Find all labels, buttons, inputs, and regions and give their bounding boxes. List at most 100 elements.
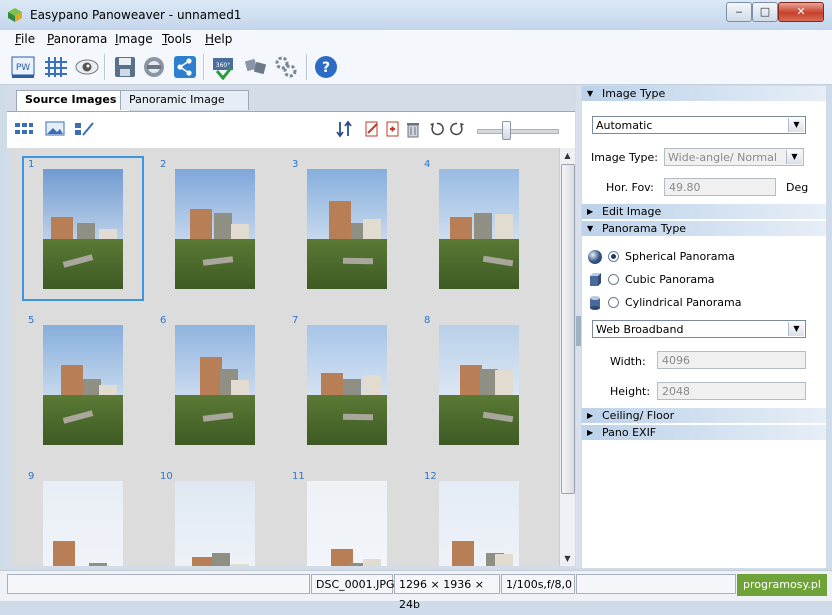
image-number: 7 — [292, 315, 299, 326]
scroll-thumb[interactable] — [561, 164, 575, 494]
menu-panorama[interactable]: Panorama — [47, 32, 107, 46]
section-image-type[interactable]: ▼ Image Type — [582, 86, 826, 101]
section-ceiling-floor[interactable]: ▶ Ceiling/ Floor — [582, 408, 826, 423]
lens-type-select: Wide-angle/ Normal ▼ — [664, 148, 804, 166]
image-thumbnail[interactable]: 4 — [418, 156, 540, 301]
chevron-down-icon: ▼ — [788, 118, 804, 132]
tab-source-images[interactable]: Source Images — [16, 90, 131, 111]
section-label: Ceiling/ Floor — [602, 409, 675, 422]
section-label: Image Type — [602, 87, 666, 100]
scroll-up-button[interactable]: ▲ — [560, 148, 575, 163]
cubic-label[interactable]: Cubic Panorama — [625, 273, 715, 286]
scroll-down-button[interactable]: ▼ — [560, 551, 575, 566]
photo-preview — [175, 325, 255, 445]
image-thumbnail[interactable]: 7 — [286, 312, 408, 457]
image-thumbnail[interactable]: 3 — [286, 156, 408, 301]
minimize-button[interactable]: ‒ — [726, 2, 752, 22]
image-thumbnail[interactable]: 12 — [418, 468, 540, 566]
stitch-icon[interactable] — [243, 54, 269, 80]
expanded-icon: ▼ — [587, 224, 594, 233]
hor-fov-label: Hor. Fov: — [606, 181, 654, 194]
hor-fov-unit: Deg — [786, 181, 809, 194]
zoom-slider-thumb[interactable] — [502, 121, 511, 140]
photo-preview — [307, 325, 387, 445]
image-grid: 1 2 3 4 5 6 7 8 9 10 11 12 — [12, 148, 559, 566]
publish-360-icon[interactable]: 360° — [211, 54, 237, 81]
menu-image[interactable]: Image — [115, 32, 153, 46]
menu-file[interactable]: File — [15, 32, 35, 46]
share-icon[interactable] — [172, 54, 198, 80]
image-thumbnail[interactable]: 2 — [154, 156, 276, 301]
section-edit-image[interactable]: ▶ Edit Image — [582, 204, 826, 219]
360-icon[interactable] — [141, 54, 167, 80]
section-label: Pano EXIF — [602, 426, 657, 439]
large-view-icon[interactable] — [45, 120, 65, 138]
details-view-icon[interactable] — [74, 120, 94, 138]
properties-panel: ▼ Image Type Automatic ▼ Image Type: Wid… — [582, 86, 826, 568]
image-thumbnail[interactable]: 8 — [418, 312, 540, 457]
pw-icon[interactable]: PW — [10, 54, 36, 80]
svg-text:360°: 360° — [216, 62, 230, 69]
cylinder-icon — [590, 296, 600, 310]
image-thumbnail[interactable]: 6 — [154, 312, 276, 457]
vertical-scrollbar[interactable]: ▲ ▼ — [559, 148, 575, 566]
image-thumbnail[interactable]: 9 — [22, 468, 144, 566]
image-thumbnail[interactable]: 11 — [286, 468, 408, 566]
eye-icon[interactable] — [74, 54, 100, 80]
save-icon[interactable] — [112, 54, 138, 80]
image-thumbnail[interactable]: 5 — [22, 312, 144, 457]
chevron-down-icon: ▼ — [786, 150, 802, 164]
thumbnail-view-icon[interactable] — [14, 120, 33, 138]
image-number: 1 — [28, 159, 35, 170]
image-number: 6 — [160, 315, 167, 326]
svg-text:?: ? — [322, 60, 330, 76]
section-label: Panorama Type — [602, 222, 687, 235]
width-label: Width: — [610, 355, 646, 368]
cubic-radio[interactable] — [608, 274, 619, 285]
cylindrical-radio[interactable] — [608, 297, 619, 308]
tab-panoramic-image[interactable]: Panoramic Image — [120, 90, 249, 110]
menu-tools[interactable]: Tools — [162, 32, 192, 46]
help-icon[interactable]: ? — [313, 54, 339, 80]
spherical-radio[interactable] — [608, 251, 619, 262]
chevron-down-icon: ▼ — [788, 322, 804, 336]
image-thumbnail[interactable]: 1 — [22, 156, 144, 301]
output-quality-select[interactable]: Web Broadband ▼ — [592, 320, 806, 338]
toolbar: PW 360° ? — [0, 50, 832, 85]
photo-preview — [307, 169, 387, 289]
app-icon — [8, 8, 22, 22]
splitter-grip[interactable] — [576, 316, 581, 346]
image-toolbar — [7, 111, 575, 148]
grid-icon[interactable] — [43, 54, 69, 80]
source-images-panel: Source Images Panoramic Image 1234567891… — [7, 86, 575, 568]
image-thumbnail[interactable]: 10 — [154, 468, 276, 566]
sort-icon[interactable] — [336, 120, 354, 138]
menu-help[interactable]: Help — [205, 32, 232, 46]
zoom-slider-track[interactable] — [477, 129, 559, 134]
close-button[interactable]: ✕ — [778, 2, 824, 22]
maximize-button[interactable]: □ — [752, 2, 778, 22]
spherical-label[interactable]: Spherical Panorama — [625, 250, 735, 263]
section-label: Edit Image — [602, 205, 662, 218]
add-image-icon[interactable] — [384, 120, 402, 138]
height-label: Height: — [610, 385, 651, 398]
remove-image-icon[interactable] — [363, 120, 381, 138]
menu-bar: File Panorama Image Tools Help — [0, 30, 832, 50]
select-value: Web Broadband — [596, 323, 684, 336]
batch-stitch-icon[interactable] — [273, 54, 299, 80]
status-exif: 1/100s,f/8,0 — [501, 574, 575, 594]
rotate-left-icon[interactable] — [428, 120, 446, 138]
image-number: 11 — [292, 471, 305, 482]
panel-splitter[interactable] — [576, 86, 581, 568]
image-number: 3 — [292, 159, 299, 170]
image-number: 9 — [28, 471, 35, 482]
delete-icon[interactable] — [404, 120, 422, 138]
section-panorama-type[interactable]: ▼ Panorama Type — [582, 221, 826, 236]
height-field: 2048 — [657, 382, 806, 400]
hor-fov-field: 49.80 — [664, 178, 776, 196]
rotate-right-icon[interactable] — [448, 120, 466, 138]
cylindrical-label[interactable]: Cylindrical Panorama — [625, 296, 741, 309]
section-pano-exif[interactable]: ▶ Pano EXIF — [582, 425, 826, 440]
image-type-select[interactable]: Automatic ▼ — [592, 116, 806, 134]
image-number: 2 — [160, 159, 167, 170]
